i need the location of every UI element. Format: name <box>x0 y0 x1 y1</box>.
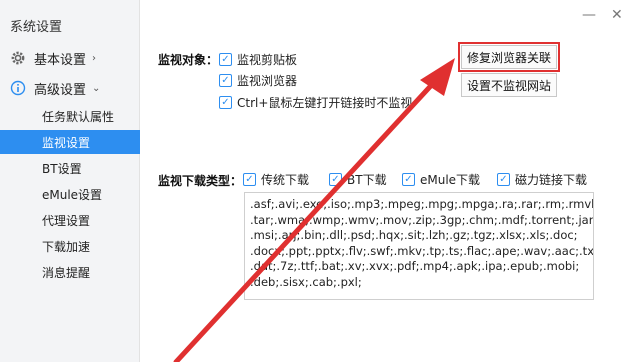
checkbox-checked-icon[interactable]: ✓ <box>243 173 256 186</box>
checkbox-checked-icon[interactable]: ✓ <box>219 96 232 109</box>
checkbox-checked-icon[interactable]: ✓ <box>329 173 342 186</box>
option-label: eMule下载 <box>420 173 481 187</box>
chevron-down-icon: ⌄ <box>92 82 101 94</box>
gear-icon <box>10 50 26 66</box>
option-label: BT下载 <box>347 173 387 187</box>
checkbox-checked-icon[interactable]: ✓ <box>219 74 232 87</box>
option-label: 传统下载 <box>261 173 310 187</box>
minimize-button[interactable]: — <box>582 8 596 22</box>
sidebar-item-task-defaults[interactable]: 任务默认属性 <box>0 104 140 128</box>
sidebar-item-notifications[interactable]: 消息提醒 <box>0 260 140 284</box>
option-label: 磁力链接下载 <box>515 173 588 187</box>
option-label: Ctrl+鼠标左键打开链接时不监视 <box>237 96 413 110</box>
option-label: 监视剪贴板 <box>237 53 298 67</box>
download-types-label: 监视下载类型： <box>158 174 243 188</box>
option-label: 监视浏览器 <box>237 74 298 88</box>
monitor-browser-option[interactable]: ✓ 监视浏览器 <box>219 72 297 89</box>
sidebar-item-bt[interactable]: BT设置 <box>0 156 140 180</box>
monitor-clipboard-option[interactable]: ✓ 监视剪贴板 <box>219 51 297 68</box>
set-unmonitored-sites-button[interactable]: 设置不监视网站 <box>461 73 557 97</box>
sidebar-group-basic[interactable]: 基本设置 › <box>10 47 96 69</box>
extensions-textarea[interactable]: .asf;.avi;.exe;.iso;.mp3;.mpeg;.mpg;.mpg… <box>244 192 594 300</box>
sidebar: 系统设置 基本设置 › 高级设置 ⌄ 任务默认属性 监视设置 BT设置 eMul… <box>0 0 140 362</box>
type-bt-option[interactable]: ✓ BT下载 <box>329 171 387 188</box>
sidebar-item-proxy[interactable]: 代理设置 <box>0 208 140 232</box>
type-emule-option[interactable]: ✓ eMule下载 <box>402 171 480 188</box>
ctrl-click-no-monitor-option[interactable]: ✓ Ctrl+鼠标左键打开链接时不监视 <box>219 94 412 111</box>
sidebar-group-advanced[interactable]: 高级设置 ⌄ <box>10 77 100 99</box>
sidebar-group-label: 基本设置 <box>34 52 87 68</box>
info-icon <box>10 80 26 96</box>
chevron-right-icon: › <box>92 52 97 64</box>
sidebar-group-label: 高级设置 <box>34 82 87 98</box>
repair-browser-association-button[interactable]: 修复浏览器关联 <box>458 42 560 72</box>
sidebar-item-acceleration[interactable]: 下载加速 <box>0 234 140 258</box>
close-button[interactable]: ✕ <box>611 8 623 22</box>
type-traditional-option[interactable]: ✓ 传统下载 <box>243 171 309 188</box>
sidebar-item-monitor[interactable]: 监视设置 <box>0 130 140 154</box>
sidebar-item-emule[interactable]: eMule设置 <box>0 182 140 206</box>
checkbox-checked-icon[interactable]: ✓ <box>497 173 510 186</box>
type-magnet-option[interactable]: ✓ 磁力链接下载 <box>497 171 587 188</box>
checkbox-checked-icon[interactable]: ✓ <box>219 53 232 66</box>
app-title: 系统设置 <box>10 20 63 35</box>
checkbox-checked-icon[interactable]: ✓ <box>402 173 415 186</box>
monitor-label: 监视对象： <box>158 53 219 67</box>
